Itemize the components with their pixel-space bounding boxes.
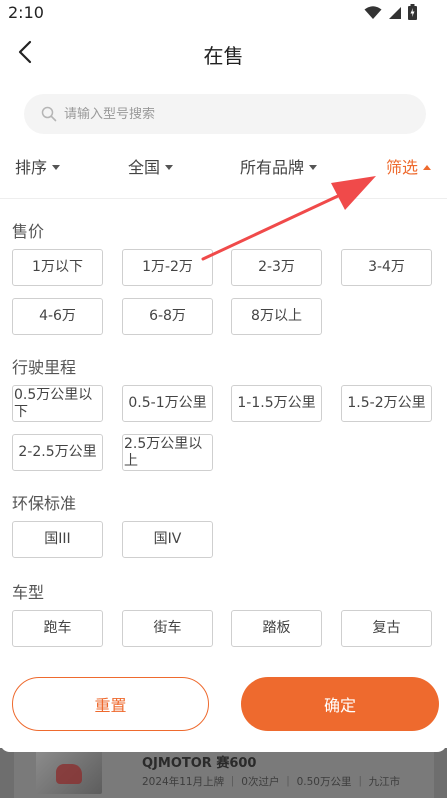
search-icon — [40, 105, 58, 123]
vehicle-type-option[interactable]: 踏板 — [231, 610, 322, 647]
mileage-option[interactable]: 1.5-2万公里 — [341, 385, 432, 422]
caret-down-icon — [309, 165, 318, 170]
reset-button[interactable]: 重置 — [12, 677, 209, 731]
tab-filter-label: 筛选 — [386, 158, 419, 177]
price-option[interactable]: 8万以上 — [231, 298, 322, 335]
price-option[interactable]: 6-8万 — [122, 298, 213, 335]
confirm-button[interactable]: 确定 — [241, 677, 439, 731]
price-option[interactable]: 1万-2万 — [122, 249, 213, 286]
emission-option[interactable]: 国IV — [122, 521, 213, 558]
tab-region-label: 全国 — [128, 158, 161, 177]
divider — [0, 198, 447, 199]
caret-down-icon — [165, 165, 174, 170]
listing-thumbnail — [36, 748, 102, 794]
section-title-mileage: 行驶里程 — [12, 358, 77, 377]
section-title-price: 售价 — [12, 222, 45, 241]
mileage-option[interactable]: 2.5万公里以上 — [122, 434, 213, 471]
price-option[interactable]: 2-3万 — [231, 249, 322, 286]
tab-sort-label: 排序 — [15, 158, 48, 177]
top-bar: 在售 — [0, 26, 447, 82]
search-input[interactable] — [64, 106, 404, 122]
listing-name: QJMOTOR 赛600 — [142, 756, 257, 771]
price-option[interactable]: 3-4万 — [341, 249, 432, 286]
tab-filter[interactable]: 筛选 — [386, 154, 432, 178]
mileage-option[interactable]: 0.5-1万公里 — [122, 385, 213, 422]
battery-icon — [408, 4, 417, 24]
tab-sort[interactable]: 排序 — [15, 154, 61, 178]
caret-up-icon — [423, 164, 432, 170]
filter-panel-bottom — [0, 740, 447, 752]
tab-brand-label: 所有品牌 — [240, 158, 305, 177]
mileage-option[interactable]: 2-2.5万公里 — [12, 434, 103, 471]
wifi-icon — [364, 5, 382, 24]
page-title: 在售 — [203, 44, 244, 68]
listing-meta: 2024年11月上牌 ｜ 0次过户 ｜ 0.50万公里 ｜ 九江市 — [142, 776, 401, 788]
search-box[interactable] — [24, 94, 426, 134]
status-time: 2:10 — [8, 3, 44, 22]
mileage-option[interactable]: 1-1.5万公里 — [231, 385, 322, 422]
signal-icon — [388, 5, 402, 24]
price-option[interactable]: 1万以下 — [12, 249, 103, 286]
status-icons — [364, 4, 417, 24]
vehicle-type-option[interactable]: 街车 — [122, 610, 213, 647]
tab-brand[interactable]: 所有品牌 — [240, 154, 318, 178]
emission-option[interactable]: 国III — [12, 521, 103, 558]
section-title-vehicle-type: 车型 — [12, 583, 45, 602]
listing-card: QJMOTOR 赛600 2024年11月上牌 ｜ 0次过户 ｜ 0.50万公里… — [14, 748, 434, 798]
section-title-emission: 环保标准 — [12, 494, 77, 513]
dimmed-overlay[interactable]: QJMOTOR 赛600 2024年11月上牌 ｜ 0次过户 ｜ 0.50万公里… — [0, 748, 447, 798]
status-bar: 2:10 — [0, 0, 447, 26]
price-option[interactable]: 4-6万 — [12, 298, 103, 335]
mileage-option[interactable]: 0.5万公里以下 — [12, 385, 103, 422]
tab-region[interactable]: 全国 — [128, 154, 174, 178]
filter-bar: 排序 全国 所有品牌 筛选 — [0, 146, 447, 190]
vehicle-type-option[interactable]: 复古 — [341, 610, 432, 647]
vehicle-type-option[interactable]: 跑车 — [12, 610, 103, 647]
caret-down-icon — [52, 165, 61, 170]
